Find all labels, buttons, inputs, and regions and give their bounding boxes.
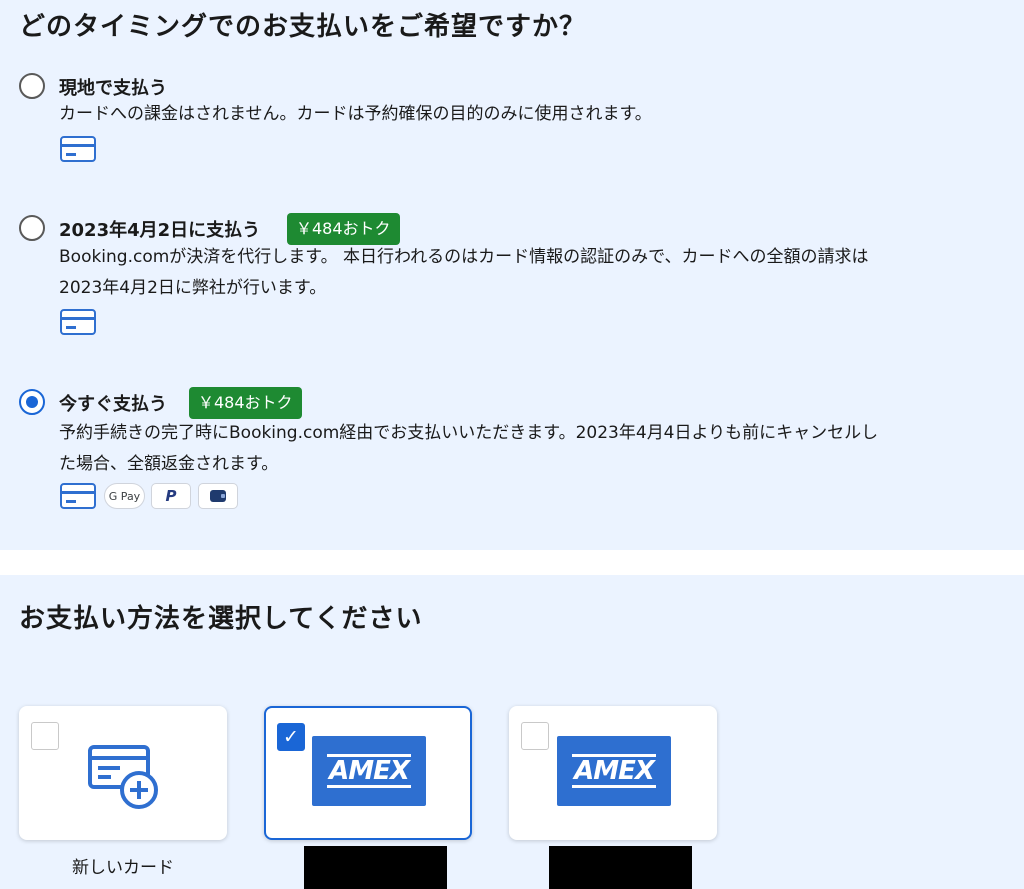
checkbox-amex-1[interactable]: ✓ [277,723,305,751]
payment-timing-section: どのタイミングでのお支払いをご希望ですか？ 現地で支払う カードへの課金はされま… [0,0,1024,550]
check-icon: ✓ [283,725,299,748]
payment-method-title: お支払い方法を選択してください [19,604,423,634]
new-card-label: 新しいカード [72,858,174,878]
redacted-card-number [549,846,692,889]
radio-pay-now[interactable] [19,389,45,415]
amex-logo-text: AMEX [327,754,411,788]
wallet-icon [198,483,238,509]
option-title: 2023年4月2日に支払う [59,220,261,241]
google-pay-label: G Pay [108,489,141,503]
credit-card-icon [60,136,96,162]
radio-pay-at-property[interactable] [19,73,45,99]
payment-card-amex-1[interactable]: ✓ AMEX [264,706,472,840]
amex-logo-text: AMEX [572,754,656,788]
savings-badge: ￥484おトク [189,387,302,419]
payment-card-new[interactable] [19,706,227,840]
checkbox-amex-2[interactable] [521,722,549,750]
option-title: 現地で支払う [59,78,167,99]
payment-card-amex-2[interactable]: AMEX [509,706,717,840]
credit-card-icon [60,483,96,509]
option-description-line1: Booking.comが決済を代行します。 本日行われるのはカード情報の認証のみ… [59,247,869,267]
amex-logo-icon: AMEX [312,736,426,806]
add-card-icon [88,745,158,809]
payment-timing-title: どのタイミングでのお支払いをご希望ですか？ [19,12,587,42]
paypal-icon: P [151,483,191,509]
savings-badge: ￥484おトク [287,213,400,245]
wallet-glyph [210,490,226,502]
option-description-line1: 予約手続きの完了時にBooking.com経由でお支払いいただきます。2023年… [59,423,879,443]
credit-card-icon [60,309,96,335]
google-pay-icon: G Pay [104,483,145,509]
option-description-line2: た場合、全額返金されます。 [59,454,279,474]
redacted-card-number [304,846,447,889]
option-title: 今すぐ支払う [59,394,167,415]
option-description: カードへの課金はされません。カードは予約確保の目的のみに使用されます。 [59,104,652,124]
radio-pay-on-date[interactable] [19,215,45,241]
checkbox-new-card[interactable] [31,722,59,750]
amex-logo-icon: AMEX [557,736,671,806]
paypal-label: P [165,487,177,505]
option-description-line2: 2023年4月2日に弊社が行います。 [59,278,327,298]
